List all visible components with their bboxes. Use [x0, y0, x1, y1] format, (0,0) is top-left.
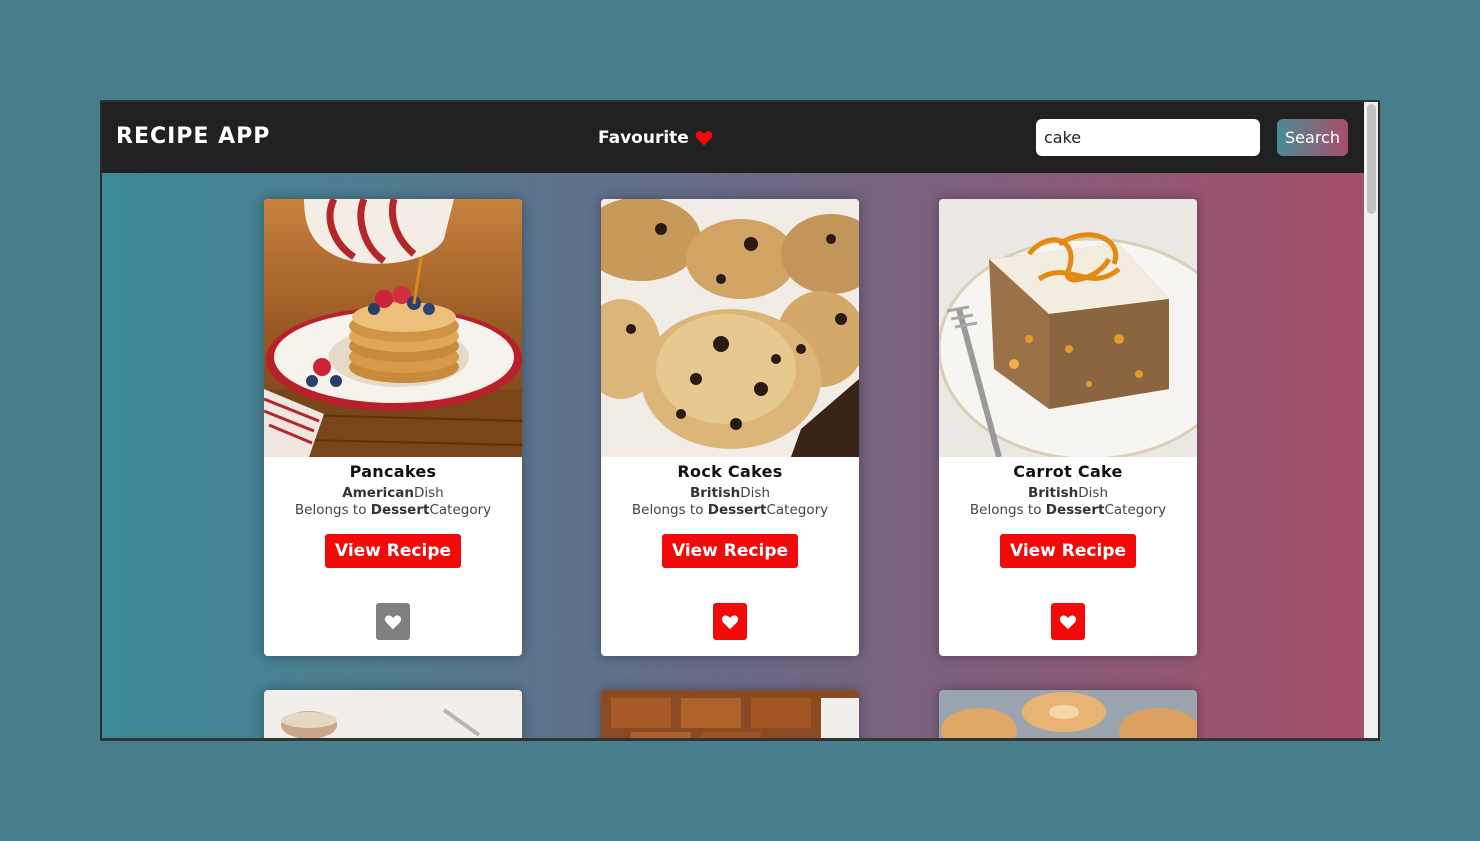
- favourite-label: Favourite: [598, 128, 689, 148]
- scrollbar[interactable]: [1364, 102, 1378, 738]
- app-title: RECIPE APP: [116, 124, 271, 149]
- recipe-card: Rock Cakes BritishDish Belongs to Desser…: [601, 199, 859, 656]
- view-recipe-button[interactable]: View Recipe: [324, 534, 462, 568]
- view-recipe-button[interactable]: View Recipe: [999, 534, 1137, 568]
- recipe-card-partial: [939, 690, 1197, 738]
- favourite-toggle-button[interactable]: [713, 603, 747, 640]
- heart-icon: [695, 131, 713, 146]
- recipe-area: BritishDish: [1027, 485, 1109, 501]
- recipe-name: Rock Cakes: [677, 462, 783, 481]
- recipe-image: [264, 199, 522, 457]
- recipe-name: Carrot Cake: [1013, 462, 1123, 481]
- recipe-image: [939, 199, 1197, 457]
- recipe-card: Carrot Cake BritishDish Belongs to Desse…: [939, 199, 1197, 656]
- favourite-toggle-button[interactable]: [376, 603, 410, 640]
- recipe-image: [601, 199, 859, 457]
- view-recipe-button[interactable]: View Recipe: [661, 534, 799, 568]
- favourite-link[interactable]: Favourite: [598, 128, 713, 148]
- recipe-image: [264, 690, 522, 738]
- recipe-category: Belongs to DessertCategory: [631, 502, 829, 518]
- favourite-toggle-button[interactable]: [1051, 603, 1085, 640]
- recipe-area: AmericanDish: [342, 485, 444, 501]
- recipe-card-partial: [601, 690, 859, 738]
- recipe-name: Pancakes: [349, 462, 437, 481]
- heart-icon: [721, 614, 739, 629]
- navbar: RECIPE APP Favourite Search: [102, 102, 1366, 173]
- recipe-image: [939, 690, 1197, 738]
- recipe-category: Belongs to DessertCategory: [294, 502, 492, 518]
- scrollbar-thumb[interactable]: [1367, 104, 1376, 214]
- recipe-area: BritishDish: [689, 485, 771, 501]
- recipe-image: [601, 690, 859, 738]
- recipe-category: Belongs to DessertCategory: [969, 502, 1167, 518]
- heart-icon: [1059, 614, 1077, 629]
- heart-icon: [384, 614, 402, 629]
- app-window: RECIPE APP Favourite Search: [100, 100, 1380, 741]
- search-button[interactable]: Search: [1277, 119, 1348, 156]
- recipe-card: Pancakes AmericanDish Belongs to Dessert…: [264, 199, 522, 656]
- recipe-card-partial: [264, 690, 522, 738]
- search-input[interactable]: [1036, 119, 1260, 156]
